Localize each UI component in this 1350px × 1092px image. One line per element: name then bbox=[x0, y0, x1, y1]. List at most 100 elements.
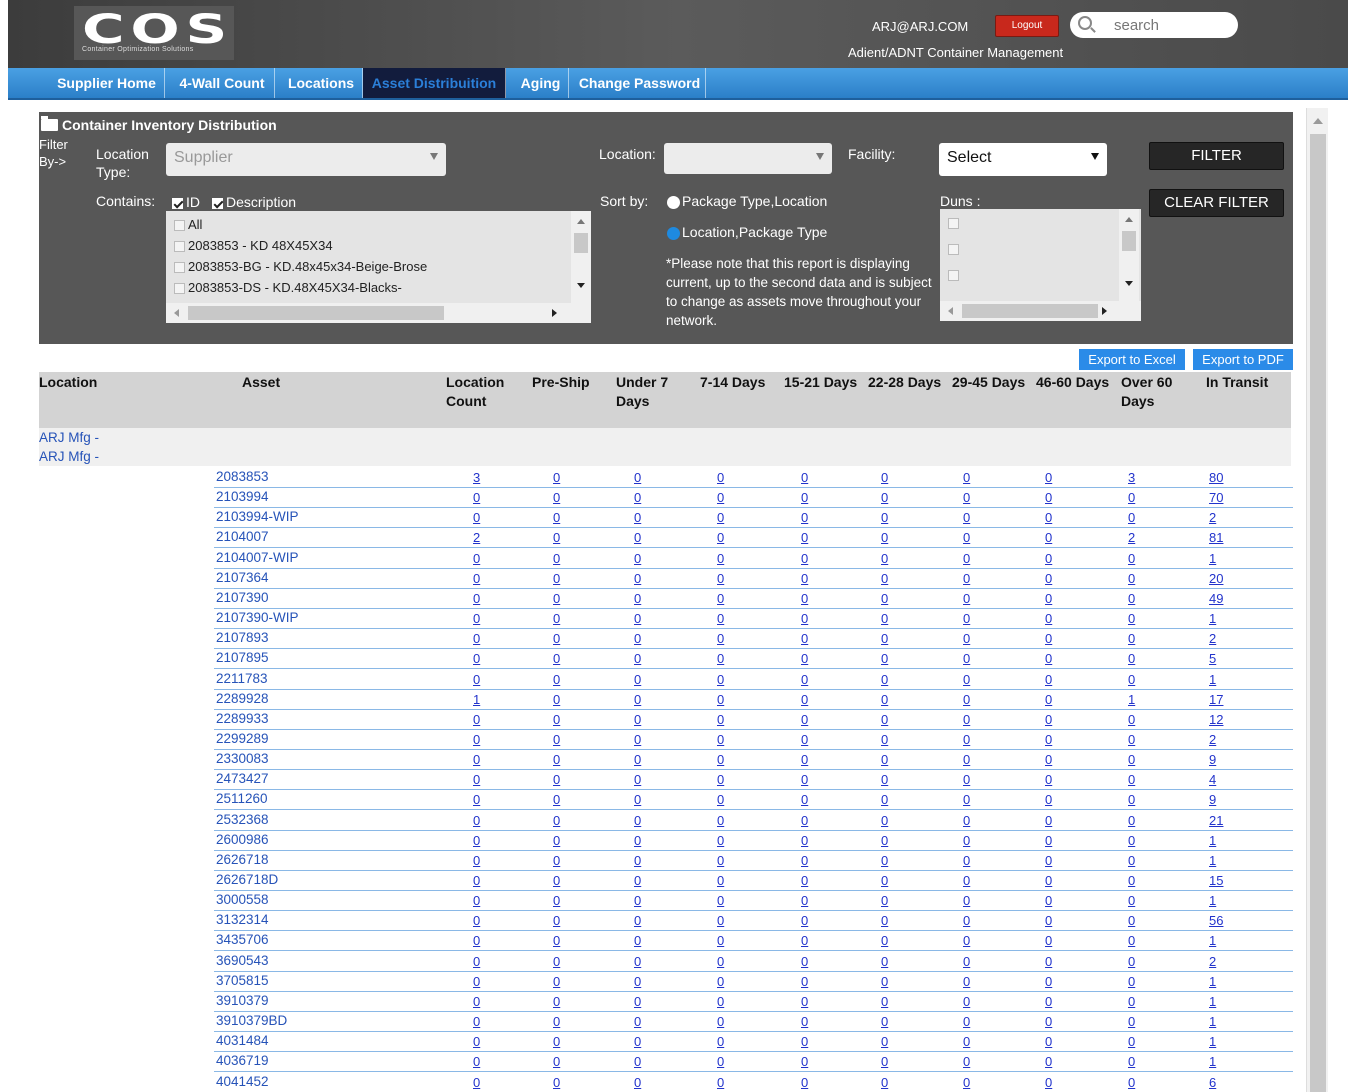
location-select[interactable] bbox=[664, 143, 832, 174]
7-14-days-value-link[interactable]: 0 bbox=[717, 853, 724, 868]
pre-ship-value-link[interactable]: 0 bbox=[553, 933, 560, 948]
listbox-hscroll-thumb[interactable] bbox=[188, 306, 444, 320]
pre-ship-value-link[interactable]: 0 bbox=[553, 712, 560, 727]
listbox-scroll-thumb[interactable] bbox=[574, 233, 588, 253]
22-28-days-value-link[interactable]: 0 bbox=[881, 1054, 888, 1069]
15-21-days-value-link[interactable]: 0 bbox=[801, 1054, 808, 1069]
over-60-days-value-link[interactable]: 0 bbox=[1128, 672, 1135, 687]
over-60-days-value-link[interactable]: 3 bbox=[1128, 470, 1135, 485]
listbox-vertical-scrollbar[interactable] bbox=[571, 211, 591, 303]
asset-id-link[interactable]: 3910379BD bbox=[216, 1013, 287, 1028]
29-45-days-value-link[interactable]: 0 bbox=[963, 692, 970, 707]
pre-ship-value-link[interactable]: 0 bbox=[553, 692, 560, 707]
location-count-value-link[interactable]: 0 bbox=[473, 933, 480, 948]
location-count-value-link[interactable]: 0 bbox=[473, 591, 480, 606]
duns-item[interactable] bbox=[948, 267, 962, 282]
7-14-days-value-link[interactable]: 0 bbox=[717, 792, 724, 807]
under-7-days-value-link[interactable]: 0 bbox=[634, 893, 641, 908]
in-transit-value-link[interactable]: 20 bbox=[1209, 571, 1223, 586]
location-count-value-link[interactable]: 0 bbox=[473, 490, 480, 505]
29-45-days-value-link[interactable]: 0 bbox=[963, 813, 970, 828]
46-60-days-value-link[interactable]: 0 bbox=[1045, 994, 1052, 1009]
list-item-checkbox[interactable] bbox=[174, 283, 185, 295]
listbox-horizontal-scrollbar[interactable] bbox=[166, 303, 591, 323]
scroll-down-icon[interactable] bbox=[1125, 281, 1133, 286]
in-transit-value-link[interactable]: 49 bbox=[1209, 591, 1223, 606]
over-60-days-value-link[interactable]: 0 bbox=[1128, 551, 1135, 566]
in-transit-value-link[interactable]: 1 bbox=[1209, 933, 1216, 948]
sort-package-radio[interactable] bbox=[667, 195, 680, 209]
under-7-days-value-link[interactable]: 0 bbox=[634, 974, 641, 989]
over-60-days-value-link[interactable]: 0 bbox=[1128, 1034, 1135, 1049]
under-7-days-value-link[interactable]: 0 bbox=[634, 833, 641, 848]
page-scrollbar[interactable] bbox=[1306, 108, 1328, 1092]
7-14-days-value-link[interactable]: 0 bbox=[717, 994, 724, 1009]
location-count-value-link[interactable]: 0 bbox=[473, 974, 480, 989]
7-14-days-value-link[interactable]: 0 bbox=[717, 490, 724, 505]
over-60-days-value-link[interactable]: 0 bbox=[1128, 772, 1135, 787]
pre-ship-value-link[interactable]: 0 bbox=[553, 1014, 560, 1029]
in-transit-value-link[interactable]: 17 bbox=[1209, 692, 1223, 707]
location-count-value-link[interactable]: 0 bbox=[473, 510, 480, 525]
pre-ship-value-link[interactable]: 0 bbox=[553, 510, 560, 525]
over-60-days-value-link[interactable]: 2 bbox=[1128, 530, 1135, 545]
asset-id-link[interactable]: 4036719 bbox=[216, 1053, 269, 1068]
asset-id-link[interactable]: 2211783 bbox=[216, 671, 268, 686]
pre-ship-value-link[interactable]: 0 bbox=[553, 833, 560, 848]
col-pre-ship[interactable]: Pre-Ship bbox=[532, 373, 590, 392]
46-60-days-value-link[interactable]: 0 bbox=[1045, 551, 1052, 566]
7-14-days-value-link[interactable]: 0 bbox=[717, 651, 724, 666]
in-transit-value-link[interactable]: 1 bbox=[1209, 611, 1216, 626]
15-21-days-value-link[interactable]: 0 bbox=[801, 712, 808, 727]
46-60-days-value-link[interactable]: 0 bbox=[1045, 974, 1052, 989]
col-22-28-days[interactable]: 22-28 Days bbox=[868, 373, 941, 392]
under-7-days-value-link[interactable]: 0 bbox=[634, 571, 641, 586]
scroll-down-icon[interactable] bbox=[577, 283, 585, 288]
22-28-days-value-link[interactable]: 0 bbox=[881, 1014, 888, 1029]
scroll-up-arrow-icon[interactable] bbox=[1313, 118, 1323, 124]
7-14-days-value-link[interactable]: 0 bbox=[717, 913, 724, 928]
29-45-days-value-link[interactable]: 0 bbox=[963, 954, 970, 969]
22-28-days-value-link[interactable]: 0 bbox=[881, 913, 888, 928]
over-60-days-value-link[interactable]: 0 bbox=[1128, 974, 1135, 989]
46-60-days-value-link[interactable]: 0 bbox=[1045, 651, 1052, 666]
duns-hscroll-thumb[interactable] bbox=[962, 304, 1098, 318]
22-28-days-value-link[interactable]: 0 bbox=[881, 752, 888, 767]
7-14-days-value-link[interactable]: 0 bbox=[717, 1014, 724, 1029]
29-45-days-value-link[interactable]: 0 bbox=[963, 551, 970, 566]
pre-ship-value-link[interactable]: 0 bbox=[553, 1075, 560, 1090]
46-60-days-value-link[interactable]: 0 bbox=[1045, 571, 1052, 586]
location-count-value-link[interactable]: 0 bbox=[473, 853, 480, 868]
location-count-value-link[interactable]: 0 bbox=[473, 833, 480, 848]
over-60-days-value-link[interactable]: 0 bbox=[1128, 873, 1135, 888]
46-60-days-value-link[interactable]: 0 bbox=[1045, 1075, 1052, 1090]
29-45-days-value-link[interactable]: 0 bbox=[963, 933, 970, 948]
7-14-days-value-link[interactable]: 0 bbox=[717, 772, 724, 787]
7-14-days-value-link[interactable]: 0 bbox=[717, 933, 724, 948]
list-item[interactable]: All bbox=[174, 217, 202, 232]
under-7-days-value-link[interactable]: 0 bbox=[634, 1014, 641, 1029]
46-60-days-value-link[interactable]: 0 bbox=[1045, 873, 1052, 888]
29-45-days-value-link[interactable]: 0 bbox=[963, 712, 970, 727]
asset-id-link[interactable]: 3690543 bbox=[216, 953, 269, 968]
location-count-value-link[interactable]: 0 bbox=[473, 813, 480, 828]
in-transit-value-link[interactable]: 21 bbox=[1209, 813, 1223, 828]
location-count-value-link[interactable]: 2 bbox=[473, 530, 480, 545]
pre-ship-value-link[interactable]: 0 bbox=[553, 551, 560, 566]
under-7-days-value-link[interactable]: 0 bbox=[634, 1034, 641, 1049]
under-7-days-value-link[interactable]: 0 bbox=[634, 954, 641, 969]
col-location-count[interactable]: Location Count bbox=[446, 373, 504, 411]
over-60-days-value-link[interactable]: 0 bbox=[1128, 631, 1135, 646]
7-14-days-value-link[interactable]: 0 bbox=[717, 732, 724, 747]
15-21-days-value-link[interactable]: 0 bbox=[801, 692, 808, 707]
in-transit-value-link[interactable]: 15 bbox=[1209, 873, 1223, 888]
under-7-days-value-link[interactable]: 0 bbox=[634, 813, 641, 828]
asset-id-link[interactable]: 2107390-WIP bbox=[216, 610, 299, 625]
pre-ship-value-link[interactable]: 0 bbox=[553, 813, 560, 828]
location-count-value-link[interactable]: 0 bbox=[473, 712, 480, 727]
7-14-days-value-link[interactable]: 0 bbox=[717, 672, 724, 687]
col-7-14-days[interactable]: 7-14 Days bbox=[700, 373, 765, 392]
pre-ship-value-link[interactable]: 0 bbox=[553, 470, 560, 485]
15-21-days-value-link[interactable]: 0 bbox=[801, 933, 808, 948]
29-45-days-value-link[interactable]: 0 bbox=[963, 510, 970, 525]
